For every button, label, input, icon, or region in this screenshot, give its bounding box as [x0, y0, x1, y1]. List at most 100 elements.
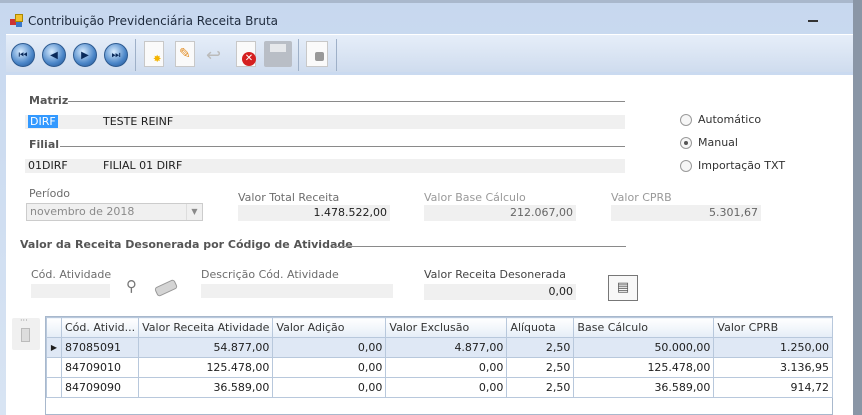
table-cell[interactable]: 4.877,00 [385, 337, 508, 358]
filial-code: 01DIRF [28, 159, 68, 172]
table-cell[interactable]: 54.877,00 [138, 337, 274, 358]
radio-label: Importação TXT [698, 159, 786, 172]
separator [135, 39, 136, 71]
table-row[interactable]: 84709010 125.478,00 0,00 0,00 2,50 125.478,00… [46, 357, 833, 378]
row-header[interactable] [46, 357, 62, 378]
delete-icon: ✕ [242, 52, 256, 66]
table-cell[interactable]: 84709090 [60, 377, 140, 398]
column-header[interactable]: Cód. Ativid... [60, 317, 140, 338]
search-icon[interactable]: ⚲ [126, 277, 137, 295]
radio-circle [680, 113, 692, 126]
column-header[interactable]: Valor CPRB [713, 317, 833, 338]
app-icon [10, 14, 24, 27]
previous-record-button[interactable]: ◀ [42, 43, 66, 67]
toolbar: ⏮ ◀ ▶ ⏭ ✸ ✎ ↩ ✕ [6, 34, 853, 72]
periodo-select[interactable]: novembro de 2018 ▼ [26, 203, 203, 221]
valor-receita-desonerada-label: Valor Receita Desonerada [424, 268, 566, 281]
table-cell[interactable]: 0,00 [272, 337, 387, 358]
save-icon [270, 44, 286, 52]
section-title: Valor da Receita Desonerada por Código d… [20, 238, 353, 251]
next-record-button[interactable]: ▶ [73, 43, 97, 67]
descricao-input[interactable] [201, 284, 393, 298]
valor-total-receita-label: Valor Total Receita [238, 191, 340, 204]
table-cell[interactable]: 0,00 [385, 377, 508, 398]
table-cell[interactable]: 0,00 [272, 377, 387, 398]
lock-button[interactable] [306, 41, 328, 67]
row-header[interactable] [46, 377, 62, 398]
table-cell[interactable]: 84709010 [60, 357, 140, 378]
table-cell[interactable]: 125.478,00 [573, 357, 715, 378]
valor-base-calculo-value: 212.067,00 [424, 205, 576, 221]
matriz-code: DIRF [28, 115, 58, 128]
grid-header: Cód. Ativid... Valor Receita Atividade V… [46, 317, 833, 338]
last-record-button[interactable]: ⏭ [104, 43, 128, 67]
undo-icon: ↩ [206, 45, 222, 66]
table-cell[interactable]: 2,50 [506, 357, 575, 378]
table-cell[interactable]: 1.250,00 [713, 337, 833, 358]
last-icon: ⏭ [111, 49, 121, 61]
table-cell[interactable]: 87085091 [60, 337, 140, 358]
cod-atividade-label: Cód. Atividade [31, 268, 112, 281]
add-icon: ▤ [616, 280, 630, 295]
current-row-indicator[interactable]: ▶ [46, 337, 62, 358]
radio-label: Automático [698, 113, 762, 126]
table-cell[interactable]: 914,72 [713, 377, 833, 398]
valor-receita-desonerada-input[interactable]: 0,00 [424, 284, 576, 300]
column-header[interactable]: Alíquota [506, 317, 575, 338]
delete-row-icon[interactable] [21, 328, 30, 342]
filial-name: FILIAL 01 DIRF [103, 159, 183, 172]
table-cell[interactable]: 50.000,00 [573, 337, 715, 358]
activity-grid: Cód. Ativid... Valor Receita Atividade V… [45, 316, 833, 415]
periodo-value: novembro de 2018 [30, 205, 135, 218]
matriz-field[interactable]: DIRF TESTE REINF [25, 115, 625, 129]
lock-icon [315, 52, 324, 61]
table-cell[interactable]: 36.589,00 [573, 377, 715, 398]
filial-field[interactable]: 01DIRF FILIAL 01 DIRF [25, 159, 625, 173]
radio-automatico[interactable]: Automático [680, 113, 761, 126]
save-button[interactable] [264, 41, 292, 67]
table-cell[interactable]: 125.478,00 [138, 357, 274, 378]
radio-importacao-txt[interactable]: Importação TXT [680, 159, 785, 172]
new-button[interactable]: ✸ [144, 41, 164, 67]
add-to-grid-button[interactable]: ▤ [608, 275, 638, 301]
table-cell[interactable]: 0,00 [385, 357, 508, 378]
column-header[interactable]: Base Cálculo [573, 317, 715, 338]
radio-manual[interactable]: Manual [680, 136, 738, 149]
column-header[interactable]: Valor Receita Atividade [138, 317, 274, 338]
table-cell[interactable]: 0,00 [272, 357, 387, 378]
edit-button[interactable]: ✎ [175, 41, 195, 67]
filial-label: Filial [29, 138, 60, 151]
valor-cprb-value: 5.301,67 [611, 205, 761, 221]
column-header[interactable]: Valor Adição [272, 317, 387, 338]
minimize-button[interactable] [808, 20, 818, 22]
previous-icon: ◀ [50, 49, 58, 61]
table-cell[interactable]: 36.589,00 [138, 377, 274, 398]
valor-cprb-label: Valor CPRB [611, 191, 672, 204]
delete-button[interactable]: ✕ [236, 41, 256, 67]
table-cell[interactable]: 2,50 [506, 377, 575, 398]
matriz-label: Matriz [29, 94, 69, 107]
table-row[interactable]: ▶ 87085091 54.877,00 0,00 4.877,00 2,50 50.000… [46, 337, 833, 358]
undo-button[interactable]: ↩ [206, 45, 221, 66]
separator [336, 39, 337, 71]
first-record-button[interactable]: ⏮ [11, 43, 35, 67]
divider [334, 246, 626, 247]
next-icon: ▶ [81, 49, 89, 61]
chevron-down-icon[interactable]: ▼ [186, 204, 202, 220]
column-header[interactable]: Valor Exclusão [385, 317, 508, 338]
table-cell[interactable]: 2,50 [506, 337, 575, 358]
table-cell[interactable]: 3.136,95 [713, 357, 833, 378]
radio-circle [680, 159, 692, 172]
grid-side-toolbar: ··· [12, 317, 40, 350]
more-icon[interactable]: ··· [12, 317, 40, 325]
radio-label: Manual [698, 136, 738, 149]
cod-atividade-input[interactable] [31, 284, 110, 298]
descricao-label: Descrição Cód. Atividade [201, 268, 339, 281]
periodo-label: Período [29, 187, 71, 200]
table-row[interactable]: 84709090 36.589,00 0,00 0,00 2,50 36.589,00 91… [46, 377, 833, 398]
divider [68, 101, 625, 102]
divider [60, 146, 625, 147]
matriz-name: TESTE REINF [103, 115, 174, 128]
new-icon: ✸ [153, 54, 162, 65]
edit-icon: ✎ [179, 46, 191, 62]
